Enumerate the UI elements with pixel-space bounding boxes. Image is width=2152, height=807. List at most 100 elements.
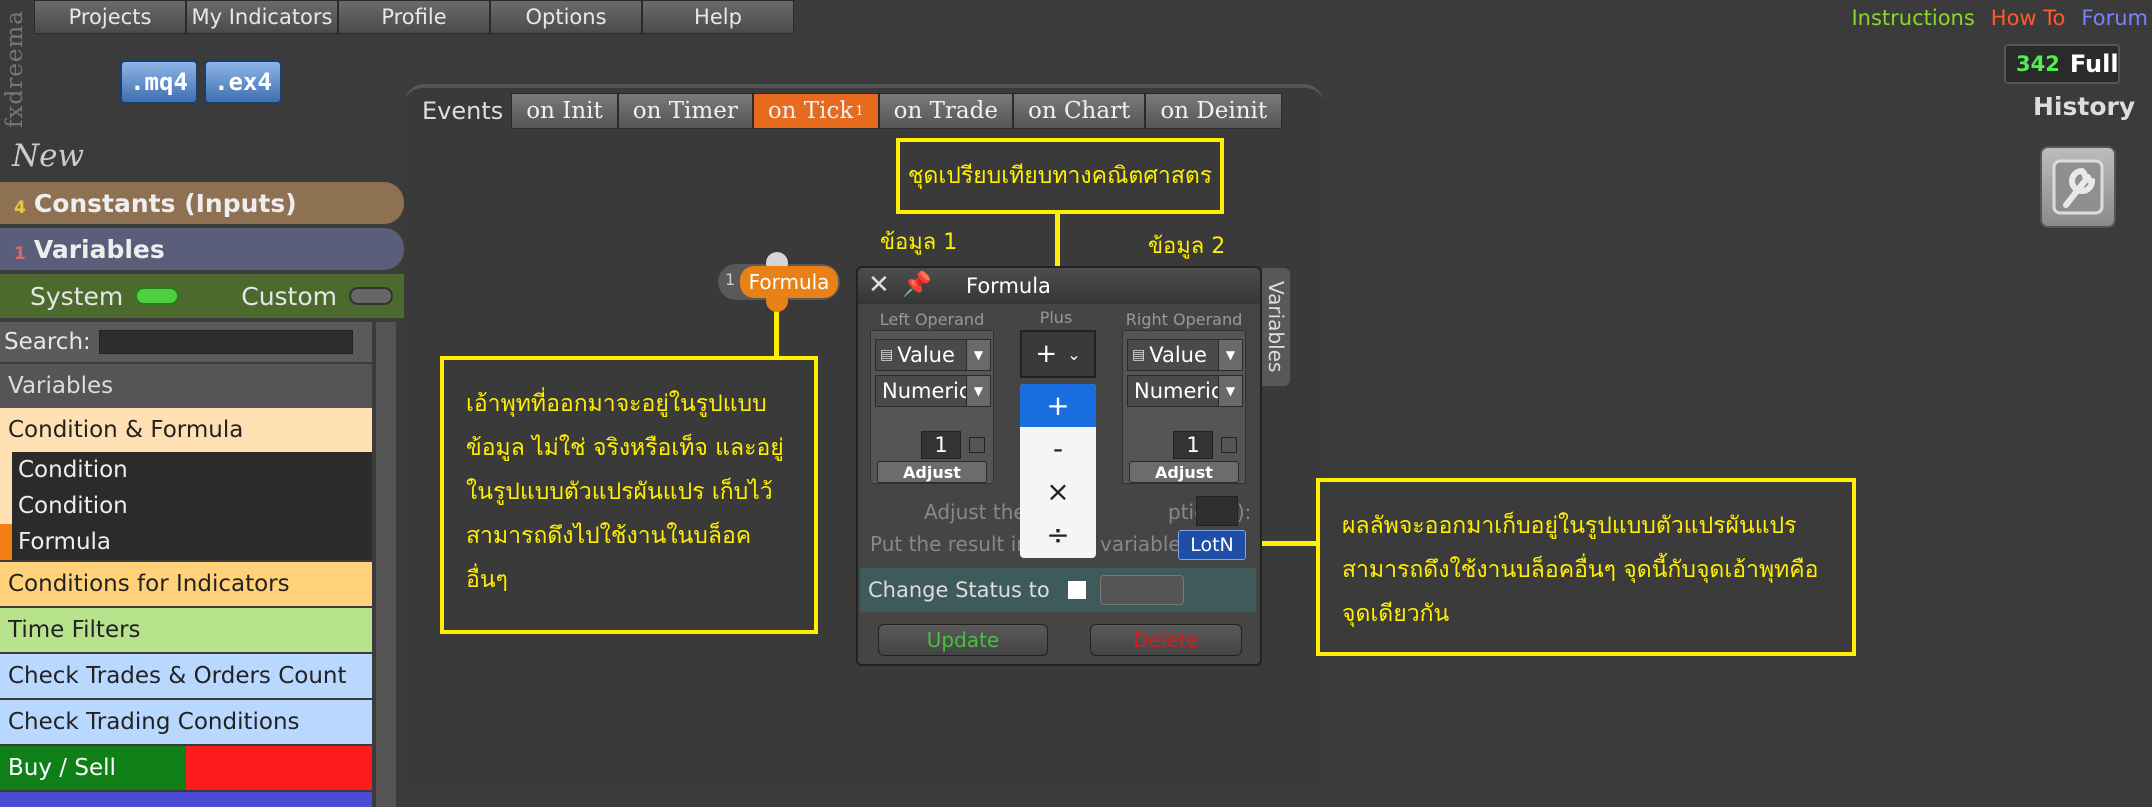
- menu-my-indicators[interactable]: My Indicators: [186, 0, 338, 34]
- events-label: Events: [422, 97, 504, 125]
- howto-link[interactable]: How To: [1991, 6, 2066, 30]
- annotation-left-line5: อื่นๆ: [466, 567, 508, 593]
- counter-full-label: Full: [2069, 50, 2119, 78]
- custom-toggle[interactable]: [349, 287, 394, 305]
- instructions-link[interactable]: Instructions: [1851, 6, 1974, 30]
- left-value-label: Value: [897, 343, 955, 367]
- menu-projects[interactable]: Projects: [34, 0, 186, 34]
- variables-count: 1: [14, 244, 26, 264]
- chevron-down-icon: ▼: [1218, 340, 1242, 370]
- ex4-button[interactable]: .ex4: [204, 60, 282, 104]
- tab-on-tick-count: 1: [855, 103, 864, 119]
- search-input[interactable]: [98, 330, 353, 354]
- new-label[interactable]: New: [12, 138, 84, 174]
- annotation-data2: ข้อมูล 2: [1148, 234, 1226, 259]
- top-links: Instructions How To Forum: [1851, 6, 2148, 30]
- variables-side-tab[interactable]: Variables: [1262, 268, 1290, 386]
- operator-option-minus[interactable]: -: [1020, 427, 1096, 470]
- annotation-right-line2: สามารถดึงใช้งานบล็อคอื่นๆ จุดนี้กับจุดเอ…: [1342, 557, 1819, 583]
- tab-on-deinit[interactable]: on Deinit: [1145, 93, 1283, 129]
- sub-item-condition-2[interactable]: Condition: [12, 488, 372, 524]
- tab-on-init[interactable]: on Init: [511, 93, 618, 129]
- right-checkbox[interactable]: [1221, 437, 1237, 453]
- annotation-left-line2: ข้อมูล ไม่ใช่ จริงหรือเท็จ และอยู่: [466, 435, 784, 461]
- search-label: Search:: [4, 329, 91, 355]
- category-time-filters[interactable]: Time Filters: [0, 608, 372, 652]
- left-number-input[interactable]: 1: [921, 431, 961, 459]
- category-variables[interactable]: Variables: [0, 364, 372, 408]
- tab-on-chart[interactable]: on Chart: [1012, 93, 1146, 129]
- operator-dropdown: + - × ÷: [1020, 384, 1096, 558]
- category-check-trades[interactable]: Check Trades & Orders Count: [0, 654, 372, 698]
- constants-accordion[interactable]: 4 Constants (Inputs): [0, 182, 404, 224]
- adjust-row-label: Adjust the: [924, 500, 1026, 524]
- left-adjust-button[interactable]: Adjust: [877, 461, 987, 483]
- counter-value: 342: [2016, 52, 2060, 76]
- left-scrollbar[interactable]: [376, 322, 396, 807]
- annotation-left-line1: เอ้าพุทที่ออกมาจะอยู่ในรูปแบบ: [466, 391, 767, 417]
- wrench-tool-button[interactable]: [2040, 146, 2116, 228]
- tab-on-timer[interactable]: on Timer: [617, 93, 753, 129]
- menu-help[interactable]: Help: [642, 0, 794, 34]
- tab-on-tick-label: on Tick: [767, 98, 854, 124]
- adjust-input[interactable]: [1196, 496, 1238, 526]
- top-menu: Projects My Indicators Profile Options H…: [34, 0, 794, 34]
- delete-button[interactable]: Delete: [1090, 624, 1242, 656]
- annotation-left-line4: สามารถดึงไปใช้งานในบล็อค: [466, 523, 752, 549]
- variables-accordion[interactable]: 1 Variables: [0, 228, 404, 270]
- result-row-label: Put the result in: [870, 532, 1029, 556]
- update-button[interactable]: Update: [878, 624, 1048, 656]
- system-toggle[interactable]: [135, 287, 180, 305]
- value-type-icon: ▤: [1132, 347, 1146, 363]
- formula-marker: [0, 524, 12, 560]
- operator-select[interactable]: + ⌄: [1020, 330, 1096, 378]
- category-conditions-indicators[interactable]: Conditions for Indicators: [0, 562, 372, 606]
- sub-item-formula[interactable]: Formula: [12, 524, 372, 560]
- formula-node-number: 1: [725, 270, 736, 289]
- category-check-trading-conditions[interactable]: Check Trading Conditions: [0, 700, 372, 744]
- status-checkbox[interactable]: [1067, 581, 1086, 599]
- right-numeric-select[interactable]: Numeric ▼: [1127, 375, 1243, 407]
- status-select[interactable]: [1099, 575, 1184, 605]
- category-condition-formula[interactable]: Condition & Formula: [0, 408, 372, 452]
- right-numeric-label: Numeric: [1134, 379, 1223, 403]
- brand-logo: fxdreema: [2, 10, 28, 128]
- history-link[interactable]: History: [2033, 92, 2135, 121]
- left-numeric-select[interactable]: Numeric ▼: [875, 375, 991, 407]
- annotation-math-set: ชุดเปรียบเทียบทางคณิตศาสตร: [896, 138, 1224, 214]
- tab-on-tick[interactable]: on Tick 1: [752, 93, 879, 129]
- close-icon[interactable]: ✕: [868, 270, 890, 300]
- project-counter[interactable]: 342 Full: [2004, 44, 2120, 84]
- search-bar: Search:: [0, 322, 372, 362]
- chevron-down-icon: ▼: [1218, 376, 1242, 406]
- category-next-partial[interactable]: [0, 792, 372, 807]
- left-operand-panel: ▤ Value ▼ Numeric ▼ 1 Adjust: [870, 330, 994, 484]
- mq4-button[interactable]: .mq4: [120, 60, 198, 104]
- operator-option-divide[interactable]: ÷: [1020, 513, 1096, 556]
- operator-option-multiply[interactable]: ×: [1020, 470, 1096, 513]
- left-operand-caption: Left Operand: [879, 310, 985, 329]
- system-label: System: [30, 281, 124, 311]
- event-tabs: Events on Init on Timer on Tick 1 on Trad…: [422, 92, 1283, 130]
- category-buy-sell[interactable]: Buy / Sell: [0, 746, 372, 790]
- sub-item-condition[interactable]: Condition: [12, 452, 372, 488]
- wrench-icon: [2052, 159, 2104, 215]
- right-value-select[interactable]: ▤ Value ▼: [1127, 339, 1243, 371]
- forum-link[interactable]: Forum: [2081, 6, 2148, 30]
- annotation-right-line3: จุดเดียวกัน: [1342, 601, 1450, 627]
- menu-options[interactable]: Options: [490, 0, 642, 34]
- chevron-down-icon: ⌄: [1067, 344, 1081, 364]
- node-output-connector[interactable]: [766, 290, 788, 312]
- menu-profile[interactable]: Profile: [338, 0, 490, 34]
- system-custom-toggle-row: System Custom: [0, 274, 404, 318]
- left-value-select[interactable]: ▤ Value ▼: [875, 339, 991, 371]
- operator-option-plus[interactable]: +: [1020, 384, 1096, 427]
- formula-node-label[interactable]: Formula: [740, 266, 838, 298]
- result-variable-lotn[interactable]: LotN: [1178, 530, 1246, 560]
- chevron-down-icon: ▼: [966, 376, 990, 406]
- right-adjust-button[interactable]: Adjust: [1129, 461, 1239, 483]
- pin-icon[interactable]: 📌: [902, 270, 932, 298]
- tab-on-trade[interactable]: on Trade: [878, 93, 1013, 129]
- right-number-input[interactable]: 1: [1173, 431, 1213, 459]
- left-checkbox[interactable]: [969, 437, 985, 453]
